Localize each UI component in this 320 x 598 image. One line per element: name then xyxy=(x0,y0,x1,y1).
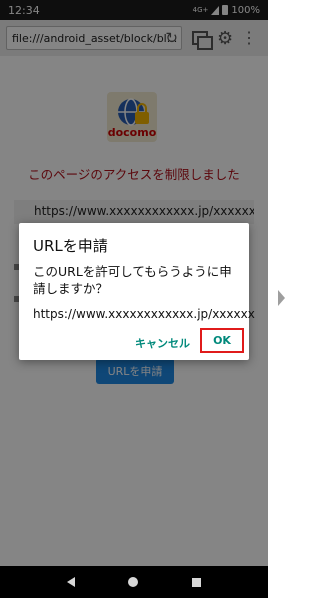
system-nav-bar xyxy=(0,566,268,598)
recent-apps-icon[interactable] xyxy=(192,577,202,587)
next-step-arrow-icon xyxy=(278,290,285,306)
apply-url-dialog: URLを申請 このURLを許可してもらうように申請しますか？ https://w… xyxy=(19,223,255,360)
dialog-url: https://www.xxxxxxxxxxxx.jp/xxxxxx xyxy=(33,307,255,321)
ok-button[interactable]: OK xyxy=(200,328,244,353)
cancel-button[interactable]: キャンセル xyxy=(135,335,190,351)
dialog-message: このURLを許可してもらうように申請しますか？ xyxy=(33,264,232,296)
back-icon[interactable] xyxy=(66,577,75,587)
home-icon[interactable] xyxy=(128,577,139,587)
phone-screen: 12:34 4G+ 100% file:///android_asset/blo… xyxy=(0,0,268,598)
dialog-title: URLを申請 xyxy=(33,237,108,255)
